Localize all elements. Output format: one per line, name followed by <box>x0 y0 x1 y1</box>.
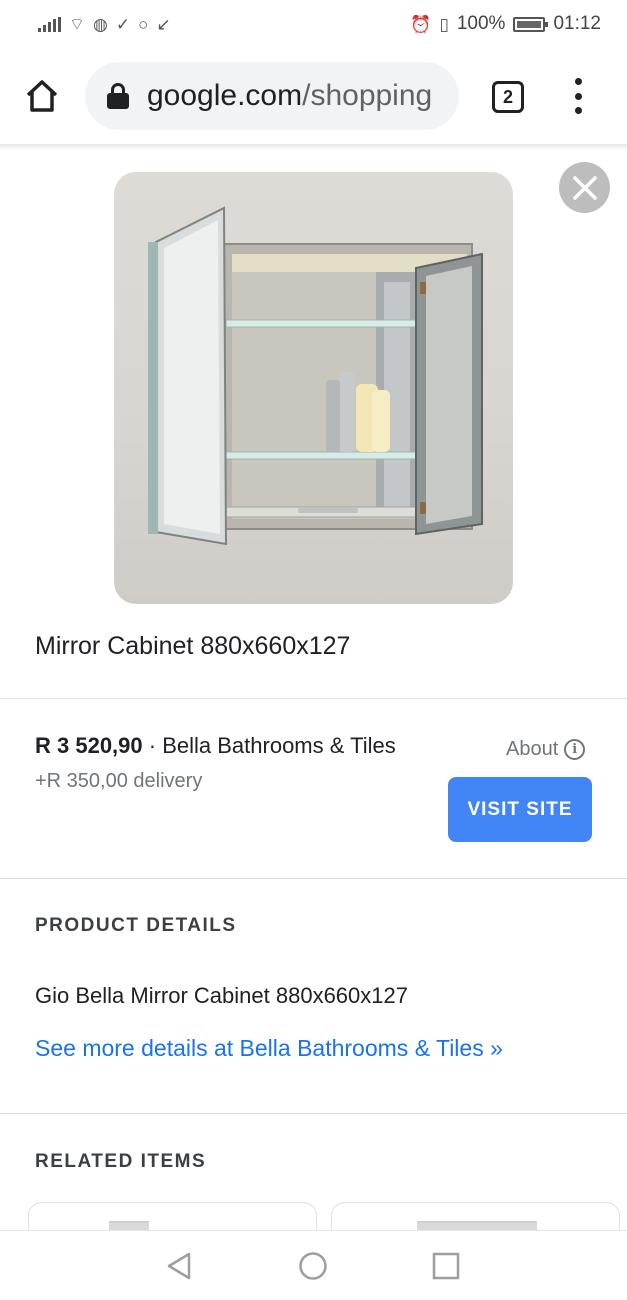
about-button[interactable]: About i <box>506 738 586 761</box>
product-image <box>114 172 513 604</box>
battery-icon <box>513 16 549 32</box>
download-done-icon: ✓ <box>115 14 131 34</box>
wifi-icon: ⌔ <box>69 14 85 34</box>
alarm-icon: ⏰ <box>410 14 432 34</box>
clock: 01:12 <box>553 13 601 34</box>
price-row: R 3 520,90 · Bella Bathrooms & Tiles <box>35 733 396 759</box>
see-more-details-link[interactable]: See more details at Bella Bathrooms & Ti… <box>35 1035 503 1062</box>
tab-count: 2 <box>502 86 513 107</box>
mirror-cabinet-illustration <box>148 206 483 546</box>
related-items-heading: RELATED ITEMS <box>35 1151 207 1172</box>
price-separator: · <box>148 733 157 758</box>
browser-toolbar: google.com/shopping 2 <box>0 48 627 146</box>
divider <box>0 878 627 879</box>
sync-icon: ○ <box>138 14 149 34</box>
signal-icon <box>38 16 61 32</box>
url-text: google.com/shopping <box>147 79 432 113</box>
home-button[interactable] <box>22 76 62 116</box>
more-vert-icon[interactable] <box>566 78 590 114</box>
vibrate-icon: ▯ <box>439 14 449 34</box>
delivery-cost: +R 350,00 delivery <box>35 770 203 792</box>
status-right: ⏰ ▯ 100% 01:12 <box>410 13 601 35</box>
tabs-icon[interactable]: 2 <box>492 81 524 113</box>
visit-site-button[interactable]: VISIT SITE <box>448 777 592 842</box>
info-icon: i <box>564 739 586 760</box>
data-saver-icon: ◍ <box>92 14 108 34</box>
lock-icon <box>107 83 129 109</box>
url-domain: google.com <box>147 79 303 112</box>
divider <box>0 1113 627 1114</box>
about-label: About <box>506 738 559 760</box>
close-button[interactable] <box>559 162 610 213</box>
url-bar[interactable]: google.com/shopping <box>85 62 459 130</box>
battery-percent: 100% <box>456 13 506 34</box>
home-icon <box>26 80 58 112</box>
status-left: ⌔ ◍ ✓ ○ ↙ <box>38 16 171 33</box>
missed-call-icon: ↙ <box>156 14 171 34</box>
back-icon[interactable] <box>164 1251 194 1281</box>
product-description: Gio Bella Mirror Cabinet 880x660x127 <box>35 983 408 1008</box>
home-circle-icon[interactable] <box>298 1251 328 1281</box>
product-details-heading: PRODUCT DETAILS <box>35 915 237 936</box>
recents-icon[interactable] <box>431 1251 461 1281</box>
product-price: R 3 520,90 <box>35 733 143 758</box>
close-icon <box>572 175 597 200</box>
status-bar: ⌔ ◍ ✓ ○ ↙ ⏰ ▯ 100% 01:12 <box>0 0 627 48</box>
product-title: Mirror Cabinet 880x660x127 <box>35 632 351 660</box>
system-nav-bar <box>0 1230 627 1300</box>
toolbar-shadow <box>0 144 627 150</box>
seller-name: Bella Bathrooms & Tiles <box>162 733 396 758</box>
divider <box>0 698 627 699</box>
url-path: /shopping <box>302 79 433 112</box>
